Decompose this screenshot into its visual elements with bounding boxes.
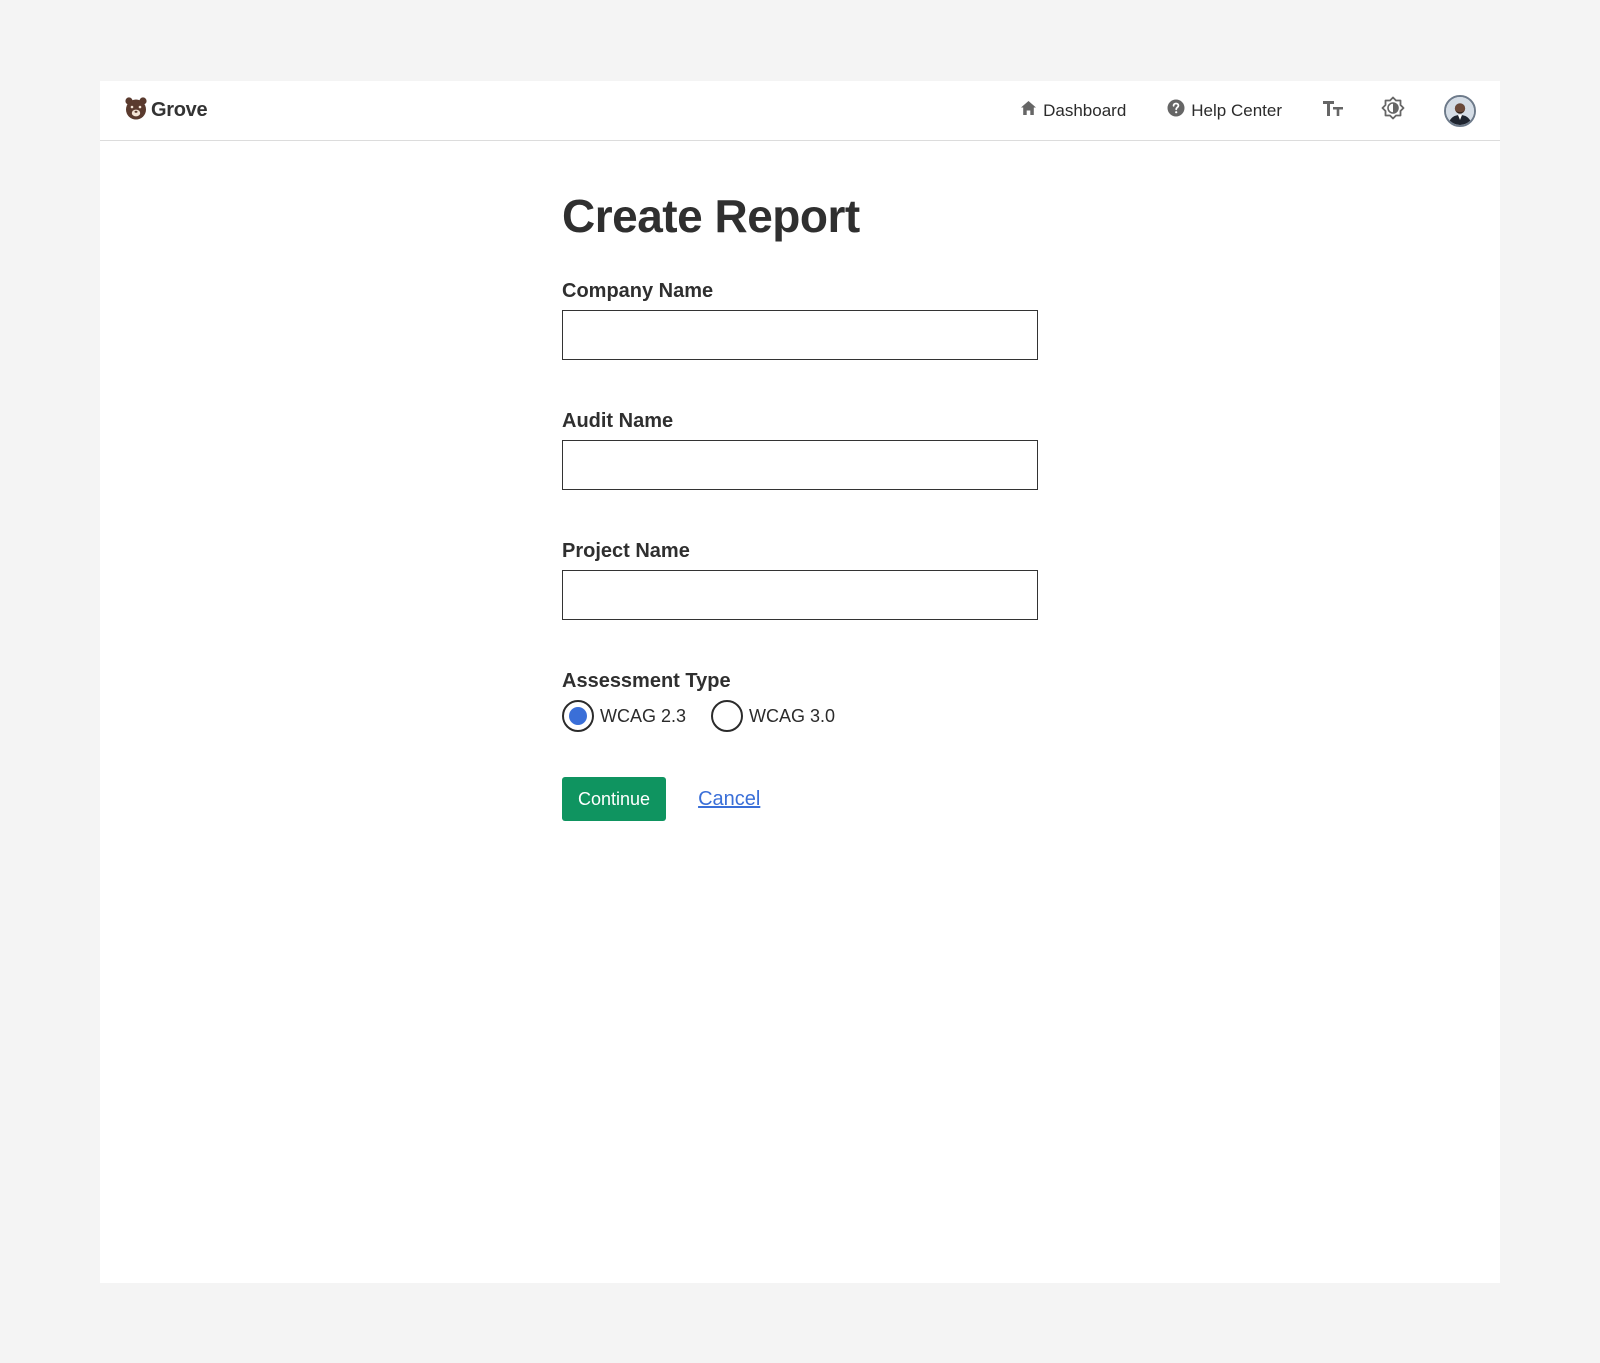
assessment-type-label: Assessment Type	[562, 670, 731, 692]
header-nav: Dashboard Help Center	[1020, 81, 1476, 140]
company-name-label: Company Name	[562, 280, 714, 302]
top-navigation-bar: Grove Dashboard Help Center	[100, 81, 1500, 141]
cancel-link[interactable]: Cancel	[698, 788, 760, 811]
nav-dashboard-link[interactable]: Dashboard	[1020, 100, 1126, 121]
audit-name-label: Audit Name	[562, 410, 674, 432]
bear-logo-icon	[124, 96, 148, 125]
user-avatar[interactable]	[1444, 94, 1476, 127]
radio-unchecked-indicator[interactable]	[711, 700, 744, 732]
radio-wcag-2-3-label: WCAG 2.3	[600, 705, 687, 726]
radio-wcag-2-3[interactable]: WCAG 2.3	[562, 700, 686, 732]
page-title: Create Report	[562, 190, 860, 242]
brand-name: Grove	[151, 99, 208, 121]
assessment-type-radio-group: WCAG 2.3 WCAG 3.0	[562, 700, 835, 732]
form-actions: Continue Cancel	[562, 777, 760, 821]
brand-logo[interactable]: Grove	[124, 96, 208, 125]
nav-help-center-label: Help Center	[1191, 100, 1282, 120]
radio-wcag-3-0[interactable]: WCAG 3.0	[711, 700, 835, 732]
project-name-input[interactable]	[562, 570, 1038, 620]
project-name-label: Project Name	[562, 540, 690, 562]
text-size-icon	[1322, 99, 1344, 122]
app-window: Grove Dashboard Help Center Create Repor…	[100, 81, 1500, 1283]
nav-dashboard-label: Dashboard	[1043, 100, 1127, 120]
create-report-form: Create Report Company Name Audit Name Pr…	[562, 190, 1042, 821]
help-circle-icon	[1167, 99, 1185, 122]
contrast-icon	[1381, 96, 1405, 125]
radio-wcag-3-0-label: WCAG 3.0	[749, 705, 836, 726]
text-size-button[interactable]	[1320, 98, 1346, 124]
contrast-toggle-button[interactable]	[1380, 96, 1406, 125]
audit-name-input[interactable]	[562, 440, 1038, 490]
radio-checked-indicator[interactable]	[562, 700, 594, 732]
nav-help-center-link[interactable]: Help Center	[1167, 99, 1282, 122]
radio-dot	[569, 707, 587, 725]
home-icon	[1020, 100, 1037, 121]
company-name-input[interactable]	[562, 310, 1038, 360]
continue-button[interactable]: Continue	[562, 777, 667, 821]
